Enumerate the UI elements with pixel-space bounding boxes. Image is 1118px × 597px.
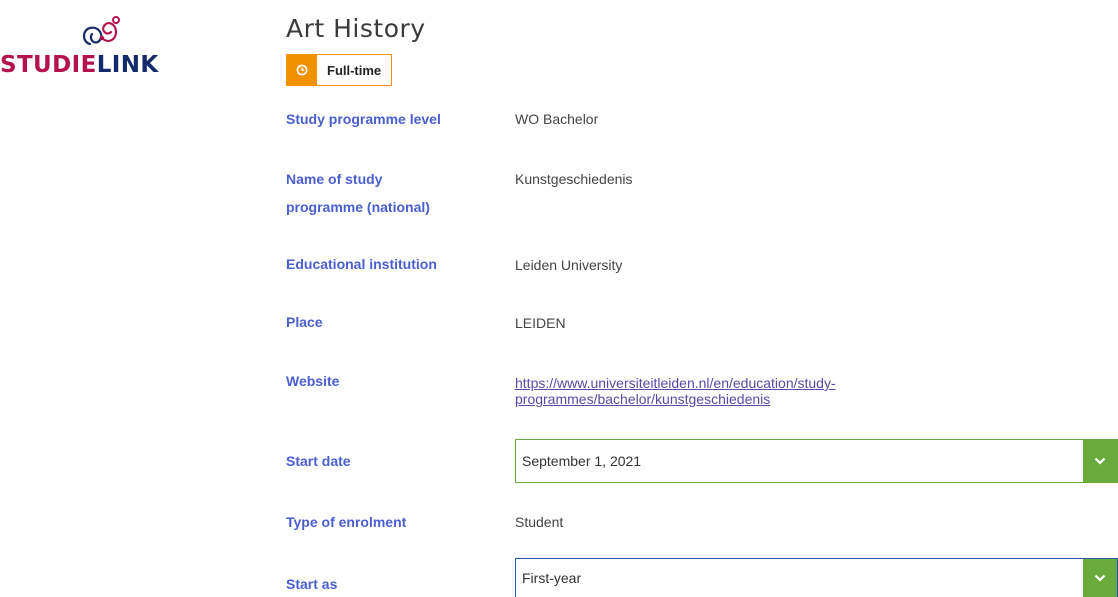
programme-title: Art History [286, 14, 426, 43]
chevron-down-icon[interactable] [1083, 440, 1117, 482]
level-label: Study programme level [286, 111, 441, 127]
logo-swirl-icon [82, 16, 120, 46]
place-value: LEIDEN [515, 315, 566, 331]
start-date-value: September 1, 2021 [522, 453, 642, 469]
website-link-line2: programmes/bachelor/kunstgeschiedenis [515, 391, 771, 407]
start-date-label: Start date [286, 453, 351, 469]
institution-value: Leiden University [515, 257, 623, 273]
badge-label: Full-time [327, 62, 382, 78]
website-label: Website [286, 373, 340, 389]
start-as-select[interactable]: First-year [515, 558, 1118, 597]
level-value: WO Bachelor [515, 111, 599, 127]
enrolment-type-label: Type of enrolment [286, 514, 407, 530]
programme-details-page: STUDIELINK Art History Full-time Study p… [0, 0, 1118, 597]
place-label: Place [286, 314, 323, 330]
logo-wordmark: STUDIELINK [0, 51, 159, 79]
name-national-label: Name of study programme (national) [286, 165, 430, 221]
logo-wordmark-part1: STUDIE [0, 52, 97, 78]
name-national-value: Kunstgeschiedenis [515, 171, 633, 187]
clock-icon [287, 55, 317, 85]
institution-label: Educational institution [286, 256, 437, 272]
website-value: https://www.universiteitleiden.nl/en/edu… [515, 375, 935, 407]
start-as-value: First-year [522, 570, 582, 586]
full-time-badge: Full-time [286, 54, 393, 86]
start-date-select[interactable]: September 1, 2021 [515, 439, 1118, 483]
name-national-label-line1: Name of study [286, 171, 383, 187]
studielink-logo[interactable]: STUDIELINK [0, 14, 190, 84]
website-link-line1: https://www.universiteitleiden.nl/en/edu… [515, 375, 836, 391]
website-link[interactable]: https://www.universiteitleiden.nl/en/edu… [515, 375, 935, 407]
start-as-label: Start as [286, 576, 338, 592]
name-national-label-line2: programme (national) [286, 199, 430, 215]
logo-wordmark-part2: LINK [96, 52, 159, 78]
chevron-down-icon[interactable] [1083, 558, 1117, 597]
enrolment-type-value: Student [515, 514, 564, 530]
